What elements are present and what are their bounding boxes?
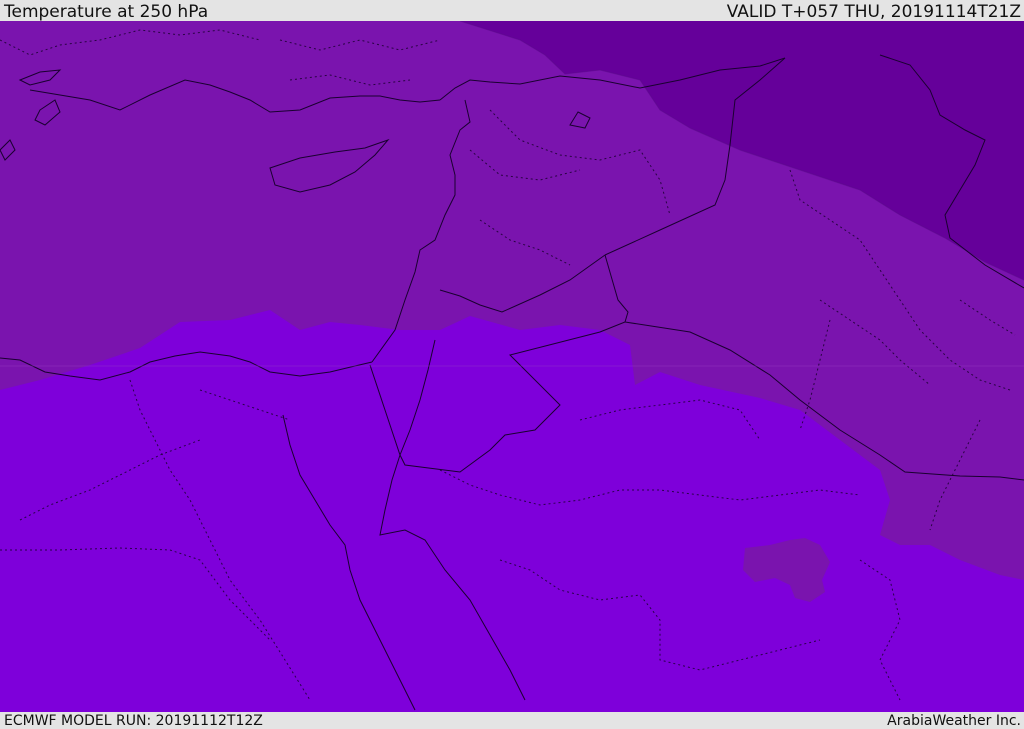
map-title: Temperature at 250 hPa — [4, 2, 209, 22]
model-run-label: ECMWF MODEL RUN: 20191112T12Z — [4, 713, 263, 729]
header-bar: Temperature at 250 hPa VALID T+057 THU, … — [0, 0, 1024, 21]
weather-map[interactable] — [0, 21, 1024, 712]
footer-bar: ECMWF MODEL RUN: 20191112T12Z ArabiaWeat… — [0, 712, 1024, 729]
valid-time-label: VALID T+057 THU, 20191114T21Z — [726, 2, 1021, 22]
credit-label: ArabiaWeather Inc. — [887, 713, 1021, 729]
